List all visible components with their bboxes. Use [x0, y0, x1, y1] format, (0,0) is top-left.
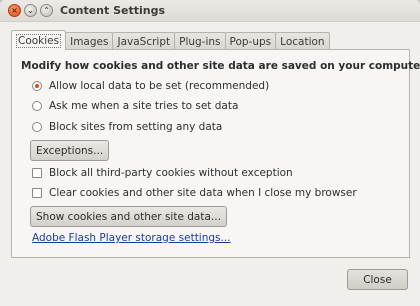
radio-label: Allow local data to be set (recommended) [49, 80, 270, 92]
checkbox-icon[interactable] [32, 188, 42, 198]
radio-label: Ask me when a site tries to set data [49, 100, 239, 112]
flash-storage-link[interactable]: Adobe Flash Player storage settings... [32, 232, 231, 244]
checkbox-block-third-party[interactable]: Block all third-party cookies without ex… [32, 167, 293, 179]
checkbox-icon[interactable] [32, 168, 42, 178]
checkbox-label: Block all third-party cookies without ex… [49, 167, 293, 179]
tab-cookies[interactable]: Cookies [11, 30, 67, 50]
window-title: Content Settings [60, 4, 166, 17]
radio-selected-icon[interactable] [32, 81, 42, 91]
show-cookies-button[interactable]: Show cookies and other site data... [30, 206, 227, 227]
checkbox-clear-on-close[interactable]: Clear cookies and other site data when I… [32, 187, 357, 199]
tab-bar: Cookies Images JavaScript Plug-ins Pop-u… [11, 30, 330, 50]
tab-images[interactable]: Images [65, 32, 114, 50]
checkbox-label: Clear cookies and other site data when I… [49, 187, 357, 199]
title-bar[interactable]: × ⌄ ⌃ Content Settings [0, 0, 420, 22]
cookies-heading: Modify how cookies and other site data a… [21, 60, 420, 72]
radio-block-sites[interactable]: Block sites from setting any data [32, 121, 222, 133]
exceptions-button[interactable]: Exceptions... [30, 140, 110, 161]
window-maximize-icon[interactable]: ⌃ [40, 4, 53, 17]
content-settings-dialog: × ⌄ ⌃ Content Settings Cookies Images Ja… [0, 0, 420, 306]
radio-label: Block sites from setting any data [49, 121, 223, 133]
window-minimize-icon[interactable]: ⌄ [24, 4, 37, 17]
tab-plugins[interactable]: Plug-ins [174, 32, 226, 50]
radio-unselected-icon[interactable] [32, 101, 42, 111]
radio-unselected-icon[interactable] [32, 122, 42, 132]
cookies-panel: Modify how cookies and other site data a… [11, 49, 420, 258]
close-button[interactable]: Close [347, 269, 408, 290]
tab-javascript[interactable]: JavaScript [112, 32, 176, 50]
tab-cookies-label: Cookies [16, 33, 62, 48]
radio-allow-local-data[interactable]: Allow local data to be set (recommended) [32, 80, 269, 92]
tab-popups[interactable]: Pop-ups [224, 32, 277, 50]
tab-location[interactable]: Location [275, 32, 330, 50]
window-close-icon[interactable]: × [8, 4, 21, 17]
radio-ask-me[interactable]: Ask me when a site tries to set data [32, 100, 238, 112]
